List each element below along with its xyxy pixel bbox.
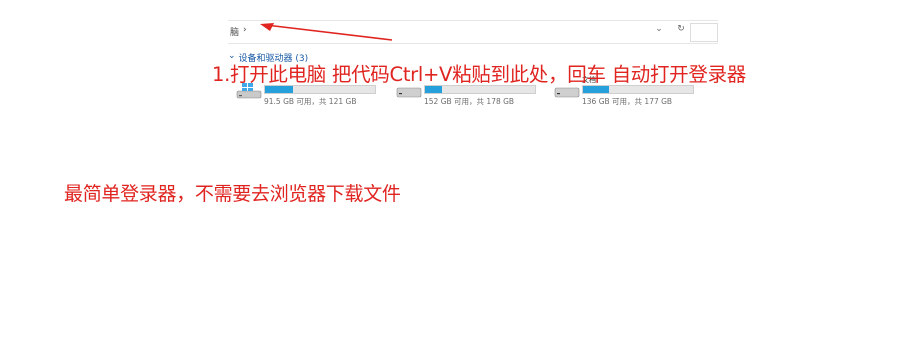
breadcrumb: 脑 › xyxy=(230,25,247,38)
drive-usage-fill xyxy=(425,86,442,93)
drive-usage-fill xyxy=(265,86,293,93)
address-controls: ⌄ ↻ xyxy=(652,24,688,34)
breadcrumb-separator-icon[interactable]: › xyxy=(243,25,247,38)
drive-size-text: 136 GB 可用，共 177 GB xyxy=(582,97,673,106)
instruction-note-text: 最简单登录器，不需要去浏览器下载文件 xyxy=(64,183,401,205)
drive-usage-fill xyxy=(583,86,610,93)
instruction-step-text: 1.打开此电脑 把代码Ctrl+V粘贴到此处，回车 自动打开登录器 xyxy=(212,63,746,86)
chevron-down-icon[interactable]: ⌄ xyxy=(652,24,666,34)
drive-size-text: 152 GB 可用，共 178 GB xyxy=(424,97,515,106)
breadcrumb-location[interactable]: 脑 xyxy=(230,25,239,38)
drive-size-text: 91.5 GB 可用，共 121 GB xyxy=(264,97,357,106)
search-input[interactable] xyxy=(690,23,718,42)
red-arrow-annotation xyxy=(260,23,393,41)
refresh-icon[interactable]: ↻ xyxy=(674,24,688,34)
